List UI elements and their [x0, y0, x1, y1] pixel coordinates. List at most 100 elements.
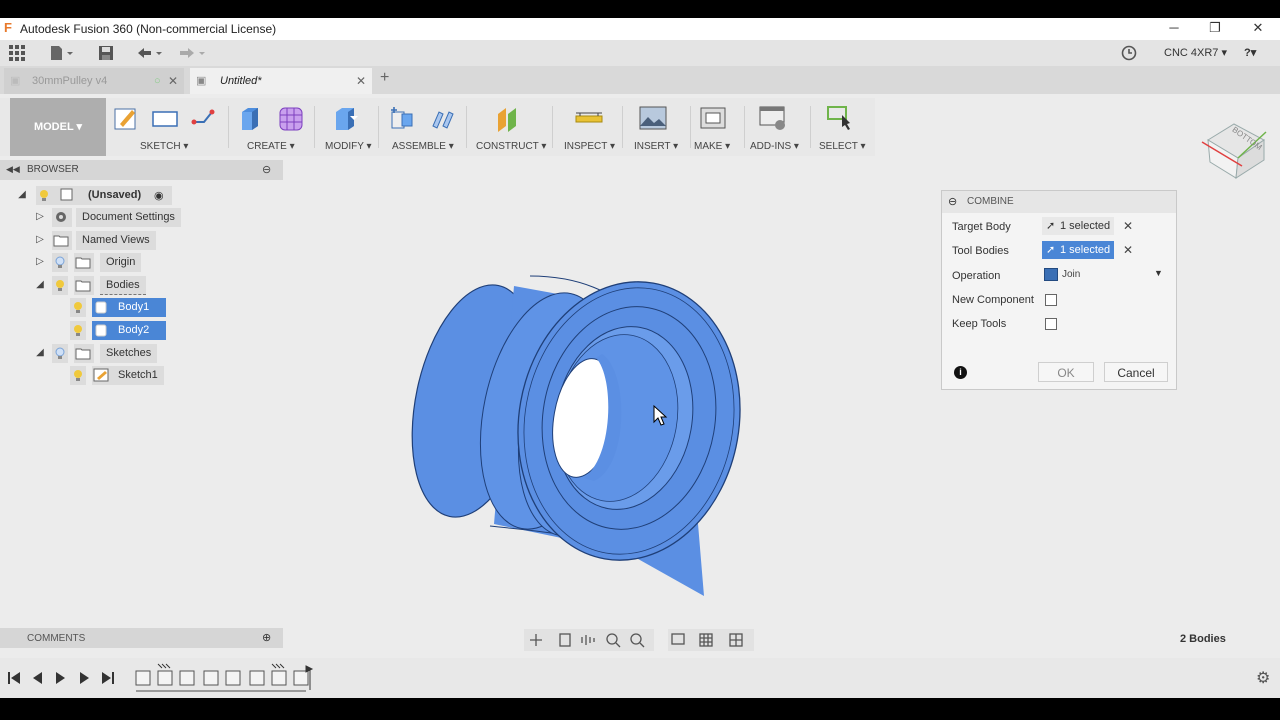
joint-icon[interactable] [428, 104, 456, 132]
operation-dropdown[interactable]: Join ▼ [1042, 266, 1164, 284]
redo-icon[interactable] [174, 44, 206, 62]
timeline-prev-button[interactable] [28, 668, 48, 688]
scripts-addins-icon[interactable] [758, 104, 786, 132]
insert-group[interactable]: INSERT ▾ [626, 98, 690, 156]
tree-item-sketches[interactable]: ◢ Sketches [0, 344, 283, 363]
timeline-first-button[interactable] [4, 668, 24, 688]
tab-30mmpulley[interactable]: ▣ 30mmPulley v4 ○ ✕ [4, 68, 184, 94]
add-ins-group[interactable]: ADD-INS ▾ [748, 98, 808, 156]
line-icon[interactable] [190, 104, 218, 132]
pan-hand-icon[interactable] [580, 629, 600, 651]
construct-group[interactable]: CONSTRUCT ▾ [470, 98, 550, 156]
collapse-browser-icon[interactable]: ◀◀ [6, 164, 20, 175]
tree-item-body1[interactable]: Body1 [0, 298, 283, 317]
ok-button[interactable]: OK [1038, 362, 1094, 382]
assemble-group[interactable]: ASSEMBLE ▾ [384, 98, 466, 156]
look-at-icon[interactable] [556, 629, 576, 651]
undo-icon[interactable] [134, 44, 164, 62]
tree-item-named-views[interactable]: ▷ Named Views [0, 231, 283, 250]
lightbulb-on-icon[interactable] [52, 276, 68, 295]
add-ins-menu[interactable]: ADD-INS ▾ [750, 141, 799, 152]
close-tab-icon[interactable]: ✕ [168, 68, 178, 94]
collapse-dialog-icon[interactable]: ⊖ [948, 195, 957, 208]
minimize-button[interactable]: ─ [1164, 20, 1184, 38]
tree-item-root[interactable]: ◢ (Unsaved) ◉ [0, 186, 283, 205]
new-tab-button[interactable]: + [380, 69, 389, 87]
workspace-switcher[interactable]: MODEL ▾ [10, 98, 106, 156]
timeline-settings-gear-icon[interactable]: ⚙ [1256, 668, 1270, 688]
create-group[interactable]: CREATE ▾ [232, 98, 310, 156]
press-pull-icon[interactable] [332, 104, 360, 132]
lightbulb-on-icon[interactable] [70, 366, 86, 385]
zoom-icon[interactable] [604, 629, 624, 651]
lightbulb-on-icon[interactable] [70, 298, 86, 317]
orbit-icon[interactable] [526, 629, 548, 651]
timeline-last-button[interactable] [100, 668, 120, 688]
extrude-icon[interactable] [236, 104, 264, 132]
rectangle-icon[interactable] [150, 104, 178, 132]
tree-item-origin[interactable]: ▷ Origin [0, 253, 283, 272]
close-tab-icon[interactable]: ✕ [356, 68, 366, 94]
timeline-play-button[interactable] [52, 668, 72, 688]
browser-options-icon[interactable]: ⊖ [262, 163, 271, 176]
job-status-clock-icon[interactable] [1120, 44, 1138, 62]
construct-menu[interactable]: CONSTRUCT ▾ [476, 141, 546, 152]
collapse-triangle-icon[interactable]: ◢ [34, 347, 46, 359]
data-panel-grid-icon[interactable] [8, 44, 26, 62]
new-component-checkbox[interactable] [1045, 294, 1057, 306]
display-settings-icon[interactable] [668, 629, 694, 651]
timeline-next-button[interactable] [76, 668, 96, 688]
select-group[interactable]: SELECT ▾ [814, 98, 874, 156]
help-menu[interactable]: ?▾ [1244, 46, 1256, 59]
account-menu[interactable]: CNC 4XR7 ▾ [1164, 46, 1227, 59]
select-menu[interactable]: SELECT ▾ [819, 141, 866, 152]
cancel-button[interactable]: Cancel [1104, 362, 1168, 382]
create-menu[interactable]: CREATE ▾ [247, 141, 295, 152]
clear-target-icon[interactable]: ✕ [1123, 219, 1133, 233]
inspect-group[interactable]: INSPECT ▾ [556, 98, 622, 156]
viewports-icon[interactable] [726, 629, 752, 651]
tree-item-body2[interactable]: Body2 [0, 321, 283, 340]
create-sketch-icon[interactable] [112, 104, 140, 132]
insert-image-icon[interactable] [638, 104, 667, 132]
modify-group[interactable]: MODIFY ▾ [318, 98, 378, 156]
measure-icon[interactable] [574, 104, 603, 132]
target-body-select[interactable]: ➚ 1 selected [1042, 217, 1114, 235]
new-component-icon[interactable] [388, 104, 416, 132]
form-icon[interactable] [276, 104, 304, 132]
timeline-features[interactable] [136, 671, 308, 685]
expand-triangle-icon[interactable]: ▷ [34, 256, 46, 268]
3d-print-icon[interactable] [698, 104, 726, 132]
tab-untitled[interactable]: ▣ Untitled* ✕ [190, 68, 372, 94]
lightbulb-on-icon[interactable] [70, 321, 86, 340]
fit-zoom-icon[interactable] [628, 629, 652, 651]
inspect-menu[interactable]: INSPECT ▾ [564, 141, 615, 152]
grid-settings-icon[interactable] [696, 629, 722, 651]
tree-item-bodies[interactable]: ◢ Bodies [0, 276, 283, 295]
file-menu-icon[interactable] [48, 44, 76, 62]
select-icon[interactable] [826, 104, 854, 132]
modify-menu[interactable]: MODIFY ▾ [325, 141, 372, 152]
lightbulb-on-icon[interactable] [36, 186, 52, 205]
tool-bodies-select[interactable]: ➚ 1 selected [1042, 241, 1114, 259]
info-icon[interactable]: i [954, 366, 967, 379]
expand-triangle-icon[interactable]: ▷ [34, 211, 46, 223]
collapse-triangle-icon[interactable]: ◢ [16, 189, 28, 201]
clear-tool-icon[interactable]: ✕ [1123, 243, 1133, 257]
close-window-button[interactable]: ✕ [1248, 20, 1268, 38]
collapse-triangle-icon[interactable]: ◢ [34, 279, 46, 291]
save-icon[interactable] [96, 44, 116, 62]
activate-radio-icon[interactable]: ◉ [154, 189, 164, 202]
add-comment-icon[interactable]: ⊕ [262, 631, 271, 644]
lightbulb-off-icon[interactable] [52, 253, 68, 272]
expand-triangle-icon[interactable]: ▷ [34, 234, 46, 246]
insert-menu[interactable]: INSERT ▾ [634, 141, 678, 152]
tree-item-sketch1[interactable]: Sketch1 [0, 366, 283, 385]
keep-tools-checkbox[interactable] [1045, 318, 1057, 330]
tree-item-document-settings[interactable]: ▷ Document Settings [0, 208, 283, 227]
make-menu[interactable]: MAKE ▾ [694, 141, 730, 152]
make-group[interactable]: MAKE ▾ [692, 98, 742, 156]
lightbulb-off-icon[interactable] [52, 344, 68, 363]
restore-button[interactable]: ❐ [1205, 20, 1225, 38]
assemble-menu[interactable]: ASSEMBLE ▾ [392, 141, 454, 152]
